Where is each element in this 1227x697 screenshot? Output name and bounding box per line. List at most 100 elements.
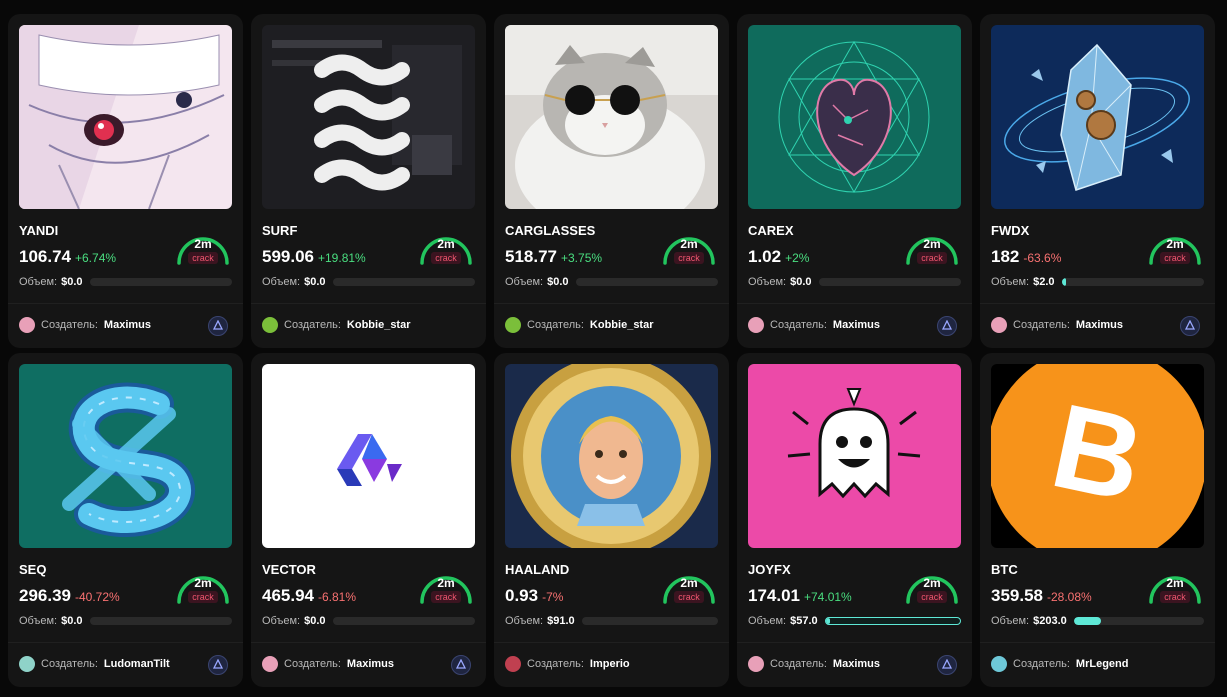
volume-value: $0.0 <box>547 276 569 288</box>
token-card[interactable]: YANDI 106.74 +6.74% 2m crack Объем: $0.0… <box>8 14 243 348</box>
volume-row: Объем: $0.0 <box>262 276 475 288</box>
timer-gauge: 2m crack <box>1145 566 1205 608</box>
timer-gauge: 2m crack <box>902 566 962 608</box>
price-row: 174.01 +74.01% <box>748 586 852 606</box>
creator-name[interactable]: Maximus <box>833 319 880 331</box>
timer-gauge: 2m crack <box>1145 227 1205 269</box>
creator-row[interactable]: Создатель: Kobbie_star <box>262 317 411 333</box>
price-change: -40.72% <box>75 590 120 604</box>
token-card[interactable]: SEQ 296.39 -40.72% 2m crack Объем: $0.0 … <box>8 353 243 687</box>
creator-row[interactable]: Создатель: Kobbie_star <box>505 317 654 333</box>
volume-label: Объем: <box>748 615 787 627</box>
timer-gauge: 2m crack <box>416 227 476 269</box>
creator-avatar <box>991 656 1007 672</box>
token-price: 182 <box>991 247 1020 266</box>
price-row: 465.94 -6.81% <box>262 586 356 606</box>
creator-name[interactable]: Imperio <box>590 658 630 670</box>
token-card[interactable]: JOYFX 174.01 +74.01% 2m crack Объем: $57… <box>737 353 972 687</box>
creator-name[interactable]: Maximus <box>104 319 151 331</box>
status-badge: crack <box>917 591 947 603</box>
token-price: 518.77 <box>505 247 557 266</box>
creator-row[interactable]: Создатель: MrLegend <box>991 656 1128 672</box>
creator-name[interactable]: MrLegend <box>1076 658 1129 670</box>
creator-avatar <box>19 317 35 333</box>
creator-label: Создатель: <box>284 658 341 670</box>
divider <box>980 303 1215 304</box>
creator-name[interactable]: Kobbie_star <box>590 319 654 331</box>
token-image-crystal <box>991 25 1204 209</box>
timer-gauge: 2m crack <box>173 227 233 269</box>
status-badge: crack <box>674 252 704 264</box>
chain-icon <box>208 316 228 336</box>
token-image-bitcoin: B <box>991 364 1204 548</box>
status-badge: crack <box>431 252 461 264</box>
creator-row[interactable]: Создатель: Maximus <box>748 656 880 672</box>
creator-name[interactable]: Maximus <box>347 658 394 670</box>
price-change: +6.74% <box>75 251 117 265</box>
divider <box>494 303 729 304</box>
volume-label: Объем: <box>19 276 58 288</box>
creator-name[interactable]: Kobbie_star <box>347 319 411 331</box>
volume-value: $0.0 <box>304 276 326 288</box>
volume-row: Объем: $0.0 <box>748 276 961 288</box>
creator-row[interactable]: Создатель: Maximus <box>262 656 394 672</box>
volume-value: $0.0 <box>61 276 83 288</box>
creator-name[interactable]: Maximus <box>1076 319 1123 331</box>
volume-row: Объем: $203.0 <box>991 615 1204 627</box>
creator-label: Создатель: <box>1013 658 1070 670</box>
price-change: -6.81% <box>318 590 357 604</box>
timer-text: 2m <box>194 576 212 590</box>
creator-row[interactable]: Создатель: LudomanTilt <box>19 656 170 672</box>
volume-bar <box>581 617 718 625</box>
token-image-ghost <box>748 364 961 548</box>
token-card[interactable]: FWDX 182 -63.6% 2m crack Объем: $2.0 Соз… <box>980 14 1215 348</box>
timer-text: 2m <box>1166 576 1184 590</box>
timer-gauge: 2m crack <box>416 566 476 608</box>
creator-row[interactable]: Создатель: Imperio <box>505 656 630 672</box>
volume-bar <box>1061 278 1204 286</box>
creator-avatar <box>991 317 1007 333</box>
chain-icon <box>937 655 957 675</box>
creator-row[interactable]: Создатель: Maximus <box>19 317 151 333</box>
token-card[interactable]: HAALAND 0.93 -7% 2m crack Объем: $91.0 С… <box>494 353 729 687</box>
creator-avatar <box>262 317 278 333</box>
volume-label: Объем: <box>991 615 1030 627</box>
volume-bar <box>818 278 961 286</box>
volume-bar <box>1073 617 1204 625</box>
creator-avatar <box>262 656 278 672</box>
token-card[interactable]: VECTOR 465.94 -6.81% 2m crack Объем: $0.… <box>251 353 486 687</box>
volume-label: Объем: <box>748 276 787 288</box>
token-grid: YANDI 106.74 +6.74% 2m crack Объем: $0.0… <box>8 14 1227 687</box>
price-change: +3.75% <box>561 251 603 265</box>
creator-row[interactable]: Создатель: Maximus <box>991 317 1123 333</box>
creator-name[interactable]: LudomanTilt <box>104 658 170 670</box>
creator-name[interactable]: Maximus <box>833 658 880 670</box>
volume-value: $0.0 <box>61 615 83 627</box>
token-ticker: SURF <box>262 223 298 238</box>
divider <box>980 642 1215 643</box>
price-change: -63.6% <box>1023 251 1062 265</box>
volume-row: Объем: $0.0 <box>19 276 232 288</box>
token-image-wave-logo <box>262 25 475 209</box>
volume-value: $57.0 <box>790 615 818 627</box>
timer-gauge: 2m crack <box>173 566 233 608</box>
creator-row[interactable]: Создатель: Maximus <box>748 317 880 333</box>
price-row: 359.58 -28.08% <box>991 586 1092 606</box>
token-card[interactable]: CARGLASSES 518.77 +3.75% 2m crack Объем:… <box>494 14 729 348</box>
volume-row: Объем: $57.0 <box>748 615 961 627</box>
status-badge: crack <box>1160 252 1190 264</box>
token-ticker: SEQ <box>19 562 47 577</box>
price-row: 599.06 +19.81% <box>262 247 366 267</box>
volume-row: Объем: $0.0 <box>19 615 232 627</box>
volume-bar <box>89 617 232 625</box>
token-image-coin <box>505 364 718 548</box>
price-row: 0.93 -7% <box>505 586 563 606</box>
token-card[interactable]: B BTC 359.58 -28.08% 2m crack Объем: $20… <box>980 353 1215 687</box>
price-row: 106.74 +6.74% <box>19 247 116 267</box>
timer-text: 2m <box>437 576 455 590</box>
volume-bar <box>89 278 232 286</box>
token-card[interactable]: CAREX 1.02 +2% 2m crack Объем: $0.0 Созд… <box>737 14 972 348</box>
volume-value: $203.0 <box>1033 615 1067 627</box>
creator-avatar <box>19 656 35 672</box>
token-card[interactable]: SURF 599.06 +19.81% 2m crack Объем: $0.0… <box>251 14 486 348</box>
